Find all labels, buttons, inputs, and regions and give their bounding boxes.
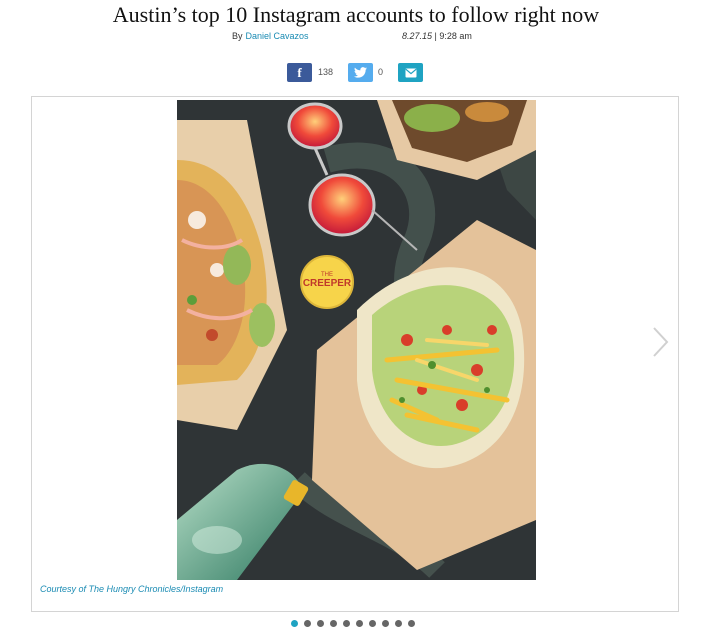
facebook-share-count: 138 xyxy=(318,67,334,77)
publish-date: 8.27.15 xyxy=(402,31,433,41)
slide-dot-1[interactable] xyxy=(291,620,298,627)
twitter-share-count: 0 xyxy=(378,67,384,77)
facebook-share-button[interactable]: f xyxy=(287,63,312,82)
photo-caption: Courtesy of The Hungry Chronicles/Instag… xyxy=(40,584,224,594)
slide-dot-9[interactable] xyxy=(395,620,402,627)
slide-dot-6[interactable] xyxy=(356,620,363,627)
chevron-right-icon xyxy=(653,327,669,357)
slide-dot-2[interactable] xyxy=(304,620,311,627)
twitter-share-button[interactable] xyxy=(348,63,373,82)
slide-dot-3[interactable] xyxy=(317,620,324,627)
slide-dot-10[interactable] xyxy=(408,620,415,627)
author-link[interactable]: Daniel Cavazos xyxy=(246,31,309,41)
slideshow-frame: THE CREEPER Courtesy of The Hungry Chron… xyxy=(31,96,679,612)
facebook-icon: f xyxy=(297,64,302,80)
sticker-brand-text: CREEPER xyxy=(303,278,352,289)
email-share-button[interactable] xyxy=(398,63,423,82)
article-title: Austin’s top 10 Instagram accounts to fo… xyxy=(112,2,600,27)
byline-author-group: By Daniel Cavazos xyxy=(232,31,309,41)
twitter-bird-icon xyxy=(354,67,367,78)
by-label: By xyxy=(232,31,243,41)
next-slide-button[interactable] xyxy=(650,322,672,362)
publish-time: 9:28 am xyxy=(439,31,472,41)
publish-datetime: 8.27.15 | 9:28 am xyxy=(402,31,472,41)
slide-pagination xyxy=(291,620,415,628)
tacos-photo-illustration: THE CREEPER xyxy=(177,100,536,580)
slide-dot-5[interactable] xyxy=(343,620,350,627)
slide-dot-7[interactable] xyxy=(369,620,376,627)
slide-photo-tacos: THE CREEPER xyxy=(177,100,536,580)
slide-dot-8[interactable] xyxy=(382,620,389,627)
slide-dot-4[interactable] xyxy=(330,620,337,627)
envelope-icon xyxy=(404,68,417,77)
